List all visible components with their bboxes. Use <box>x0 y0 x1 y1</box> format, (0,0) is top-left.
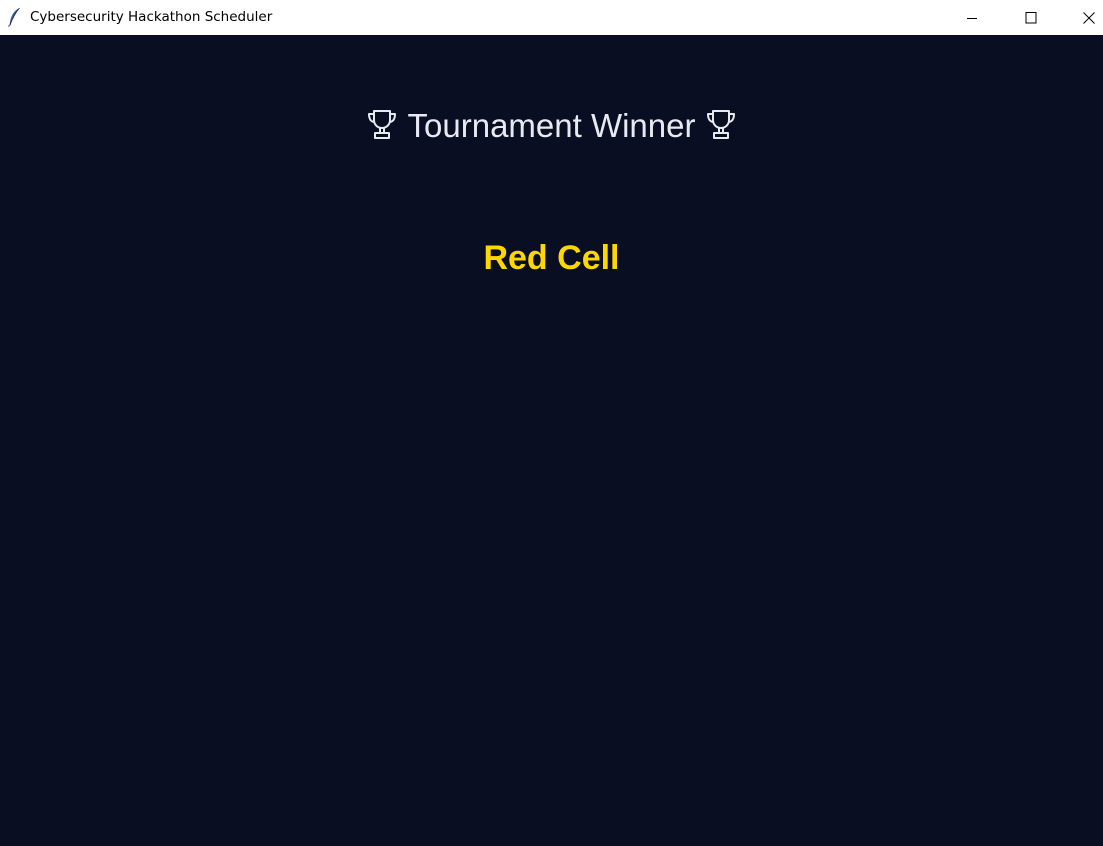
minimize-icon <box>967 17 977 19</box>
window-title: Cybersecurity Hackathon Scheduler <box>30 9 273 25</box>
heading-row: Tournament Winner <box>0 103 1103 147</box>
maximize-icon <box>1025 11 1037 23</box>
title-bar[interactable]: Cybersecurity Hackathon Scheduler <box>0 0 1103 35</box>
minimize-button[interactable] <box>949 0 995 35</box>
winner-name: Red Cell <box>483 239 620 277</box>
trophy-icon <box>707 110 736 139</box>
trophy-icon <box>367 110 396 139</box>
feather-icon <box>8 7 20 27</box>
maximize-button[interactable] <box>1008 0 1054 35</box>
page-title: Tournament Winner <box>407 106 696 144</box>
close-icon <box>1083 11 1095 24</box>
main-content: Tournament Winner Red Cell <box>0 35 1103 846</box>
close-button[interactable] <box>1066 0 1103 35</box>
